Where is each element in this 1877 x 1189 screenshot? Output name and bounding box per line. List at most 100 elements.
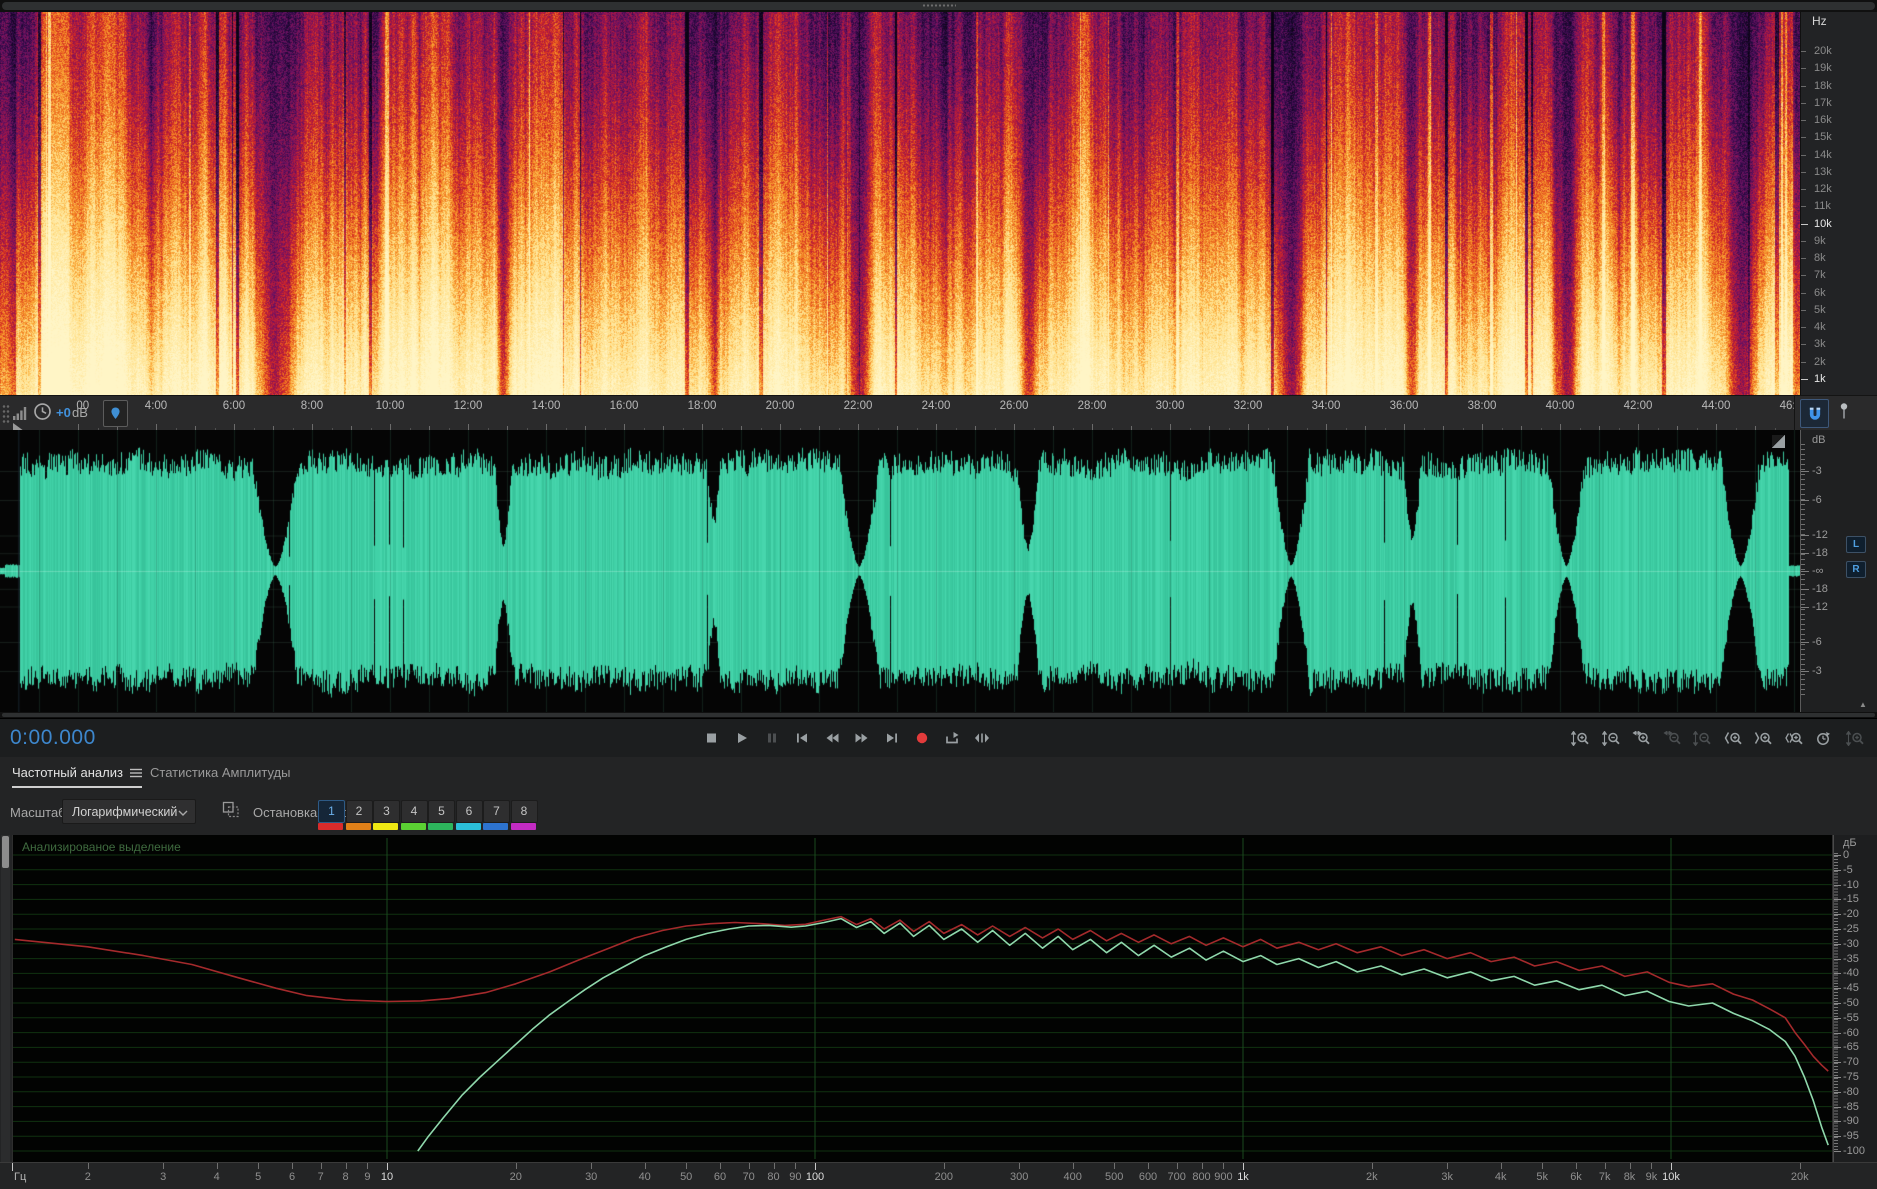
tab-amplitude-statistics[interactable]: Статистика Амплитуды	[150, 765, 290, 780]
ruler-time-label: 6:00	[222, 400, 246, 412]
zoom-in-horizontal-button[interactable]	[1628, 726, 1654, 750]
zoom-out-vertical-icon	[1601, 730, 1620, 746]
axis-scroll-up-icon[interactable]: ▲	[1859, 700, 1867, 709]
frame-hold-5[interactable]: 5	[428, 800, 455, 823]
amplitude-tick	[1801, 642, 1809, 643]
plot-x-label: 800	[1192, 1171, 1211, 1183]
stop-icon	[707, 733, 716, 743]
zoom-out-horizontal-button[interactable]	[1659, 726, 1685, 750]
skip-end-icon	[887, 733, 897, 743]
frame-hold-3[interactable]: 3	[373, 800, 400, 823]
gain-value[interactable]: +0	[56, 405, 71, 420]
plot-db-tick	[1834, 899, 1841, 901]
frame-hold-color-4	[400, 823, 426, 830]
frame-hold-7[interactable]: 7	[483, 800, 510, 823]
pin-hud-button[interactable]	[103, 400, 128, 427]
skip-selection-button[interactable]	[968, 725, 996, 751]
record-button[interactable]	[908, 725, 936, 751]
frame-hold-2[interactable]: 2	[345, 800, 373, 823]
rewind-button[interactable]	[818, 725, 846, 751]
forward-button[interactable]	[848, 725, 876, 751]
zoom-in-point-button[interactable]	[1720, 726, 1746, 750]
tab-frequency-analysis[interactable]: Частотный анализ	[12, 765, 142, 788]
marker-pin-icon[interactable]	[1837, 402, 1851, 422]
ruler-time-label: 18:00	[687, 400, 717, 412]
plot-db-label: -50	[1843, 997, 1859, 1009]
zoom-out-vertical-button[interactable]	[1598, 726, 1624, 750]
loop-playback-icon	[946, 732, 959, 744]
amplitude-label: -12	[1812, 529, 1828, 541]
time-ruler[interactable]: 2:00 4:00 6:00 8:00 10:00 12:00 14:00 16:00 18:0…	[0, 395, 1877, 432]
zoom-selection-button[interactable]	[1781, 726, 1807, 750]
frame-hold-6[interactable]: 6	[455, 800, 483, 823]
skip-selection-icon	[975, 733, 989, 743]
frame-hold-8[interactable]: 8	[510, 800, 538, 823]
plot-x-label: 8	[342, 1171, 349, 1183]
pause-button[interactable]	[758, 725, 786, 751]
copy-snapshot-icon[interactable]	[222, 801, 240, 818]
freq-label: 8k	[1814, 252, 1826, 264]
bottom-scroll-thumb[interactable]	[2, 713, 1875, 717]
frame-hold-color-3	[373, 823, 398, 830]
plot-scrollbar[interactable]	[1, 835, 10, 1162]
frame-hold-4[interactable]: 4	[400, 800, 428, 823]
plot-x-tick	[1223, 1163, 1225, 1169]
snap-toggle-button[interactable]	[1800, 399, 1829, 428]
zoom-out-point-button[interactable]	[1750, 726, 1776, 750]
plot-x-label: 6k	[1570, 1171, 1582, 1183]
channel-badge-r[interactable]: R	[1846, 561, 1866, 578]
plot-x-tick	[1447, 1163, 1449, 1169]
frame-hold-1[interactable]: 1	[318, 800, 345, 823]
plot-scrollbar-thumb[interactable]	[2, 836, 9, 868]
plot-x-tick	[748, 1163, 750, 1169]
transport-bar: 0:00.000	[0, 718, 1877, 758]
frequency-plot[interactable]: Анализированое выделение	[12, 835, 1833, 1162]
zoom-reset-button[interactable]	[1842, 726, 1868, 750]
zoom-out-full-button[interactable]	[1689, 726, 1715, 750]
plot-x-tick	[686, 1163, 688, 1169]
frequency-axis[interactable]: Hz 20k 19k 18k 17k 16k 15k 14k 13k 12k 11k 10k 9k 8k…	[1800, 12, 1877, 395]
skip-end-button[interactable]	[878, 725, 906, 751]
plot-x-tick	[1201, 1163, 1203, 1169]
tab-amplitude-statistics-label: Статистика Амплитуды	[150, 765, 291, 780]
waveform-canvas[interactable]	[0, 430, 1800, 712]
plot-x-tick	[515, 1163, 517, 1169]
zoom-timed-button[interactable]	[1811, 726, 1837, 750]
plot-db-tick	[1834, 1017, 1841, 1019]
levels-icon[interactable]	[13, 405, 28, 421]
frequency-plot-section: Анализированое выделение дБ 0 -5 -10 -15 -20 -…	[0, 835, 1877, 1162]
clock-icon[interactable]	[33, 402, 52, 421]
plot-x-label: 60	[713, 1171, 727, 1183]
scale-dropdown[interactable]: Логарифмический	[62, 799, 196, 824]
freq-label: 3k	[1814, 338, 1826, 351]
ruler-time-label: 26:00	[999, 400, 1029, 412]
freq-tick	[1801, 378, 1808, 380]
top-scroll-navigator[interactable]	[0, 0, 1877, 12]
ruler-time-label: 16:00	[609, 400, 639, 412]
corner-zoom-widget-icon[interactable]	[1772, 435, 1785, 448]
panel-menu-icon[interactable]	[129, 768, 142, 778]
skip-start-button[interactable]	[788, 725, 816, 751]
plot-x-label: 400	[1063, 1171, 1082, 1183]
channel-badge-l[interactable]: L	[1846, 536, 1866, 553]
freq-label: 19k	[1814, 62, 1832, 75]
grip-icon[interactable]	[2, 404, 10, 423]
plot-x-tick	[1651, 1163, 1653, 1169]
plot-db-label: -70	[1843, 1056, 1859, 1069]
zoom-in-vertical-button[interactable]	[1567, 726, 1593, 750]
plot-db-label: -75	[1843, 1071, 1859, 1083]
play-button[interactable]	[728, 725, 756, 751]
freq-tick	[1801, 68, 1806, 70]
spectrogram-canvas[interactable]	[0, 12, 1800, 395]
current-time-display[interactable]: 0:00.000	[10, 726, 96, 750]
amplitude-tick	[1801, 589, 1809, 590]
plot-x-tick	[216, 1163, 218, 1169]
amplitude-axis[interactable]: ▲ dB -3 -6 -12 -18 -∞ -18 -12 -6 -3 L R	[1800, 430, 1877, 712]
panel-drag-handle-icon[interactable]	[921, 3, 956, 8]
stop-button[interactable]	[698, 725, 726, 751]
freq-label: 10k	[1814, 217, 1832, 230]
waveform-section: ▲ dB -3 -6 -12 -18 -∞ -18 -12 -6 -3 L R	[0, 430, 1877, 712]
loop-playback-button[interactable]	[938, 725, 966, 751]
freq-tick	[1801, 344, 1806, 346]
freq-tick	[1801, 258, 1806, 259]
